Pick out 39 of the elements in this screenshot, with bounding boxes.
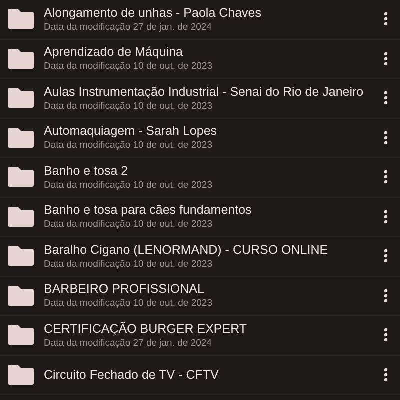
modified-date: Data da modificação 10 de out. de 2023 <box>44 258 214 271</box>
more-options-icon[interactable] <box>384 368 388 382</box>
modified-date: Data da modificação 10 de out. de 2023 <box>44 100 214 113</box>
more-options-icon[interactable] <box>384 130 388 145</box>
folder-icon <box>8 88 34 108</box>
folder-name[interactable]: Automaquiagem - Sarah Lopes <box>44 123 218 140</box>
folder-icon <box>8 128 34 148</box>
modified-date: Data da modificação 10 de out. de 2023 <box>44 218 214 232</box>
folder-icon <box>8 325 34 346</box>
modified-date: Data da modificação 27 de jan. de 2024 <box>44 20 213 34</box>
folder-icon <box>8 364 34 385</box>
more-options-icon[interactable] <box>384 288 388 303</box>
folder-icon <box>8 48 34 69</box>
folder-name[interactable]: Aulas Instrumentação Industrial - Senai do Rio de Janeiro <box>44 84 364 100</box>
folder-icon <box>8 9 34 30</box>
folder-name[interactable]: Baralho Cigano (LENORMAND) - CURSO ONLINE <box>44 242 328 258</box>
folder-name[interactable]: Banho e tosa 2 <box>44 162 212 179</box>
more-options-icon[interactable] <box>384 328 388 342</box>
more-options-icon[interactable] <box>384 52 388 66</box>
folder-name[interactable]: Banho e tosa para cães fundamentos <box>44 202 252 218</box>
folder-name[interactable]: Alongamento de unhas - Paola Chaves <box>44 4 262 21</box>
folder-icon <box>8 246 34 266</box>
folder-icon <box>8 206 34 227</box>
folder-icon <box>8 167 34 188</box>
more-options-icon[interactable] <box>384 12 388 26</box>
folder-name[interactable]: Circuito Fechado de TV - CFTV <box>44 366 219 383</box>
modified-date: Data da modificação 10 de out. de 2023 <box>44 60 212 74</box>
modified-date: Data da modificação 10 de out. de 2023 <box>44 297 212 310</box>
modified-date: Data da modificação 10 de out. de 2023 <box>44 178 212 192</box>
folder-name[interactable]: Aprendizado de Máquina <box>44 44 212 60</box>
folder-name[interactable]: BARBEIRO PROFISSIONAL <box>44 281 212 298</box>
modified-date: Data da modificação 27 de jan. de 2024 <box>44 336 213 350</box>
more-options-icon[interactable] <box>384 170 388 184</box>
more-options-icon[interactable] <box>384 210 388 224</box>
more-options-icon[interactable] <box>384 249 388 264</box>
folder-name[interactable]: CERTIFICAÇÃO BURGER EXPERT <box>44 320 248 337</box>
more-options-icon[interactable] <box>384 91 388 106</box>
folder-icon <box>8 286 34 306</box>
modified-date: Data da modificação 10 de out. de 2023 <box>44 139 214 152</box>
